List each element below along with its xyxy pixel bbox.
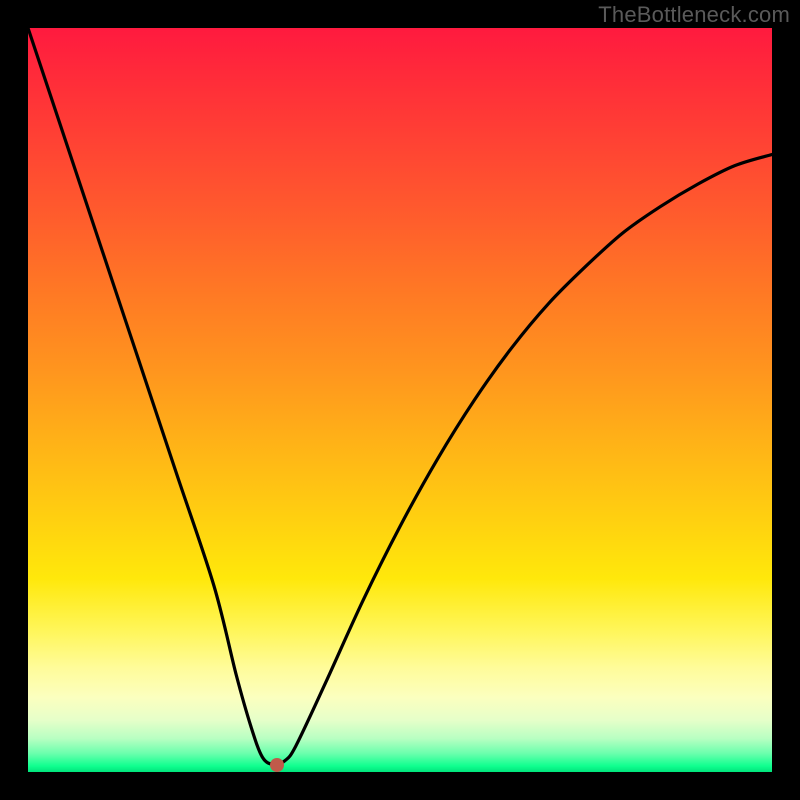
plot-area [28, 28, 772, 772]
optimal-point-marker [270, 758, 284, 772]
chart-frame: TheBottleneck.com [0, 0, 800, 800]
watermark-text: TheBottleneck.com [598, 2, 790, 28]
curve-svg [28, 28, 772, 772]
bottleneck-curve [28, 28, 772, 765]
